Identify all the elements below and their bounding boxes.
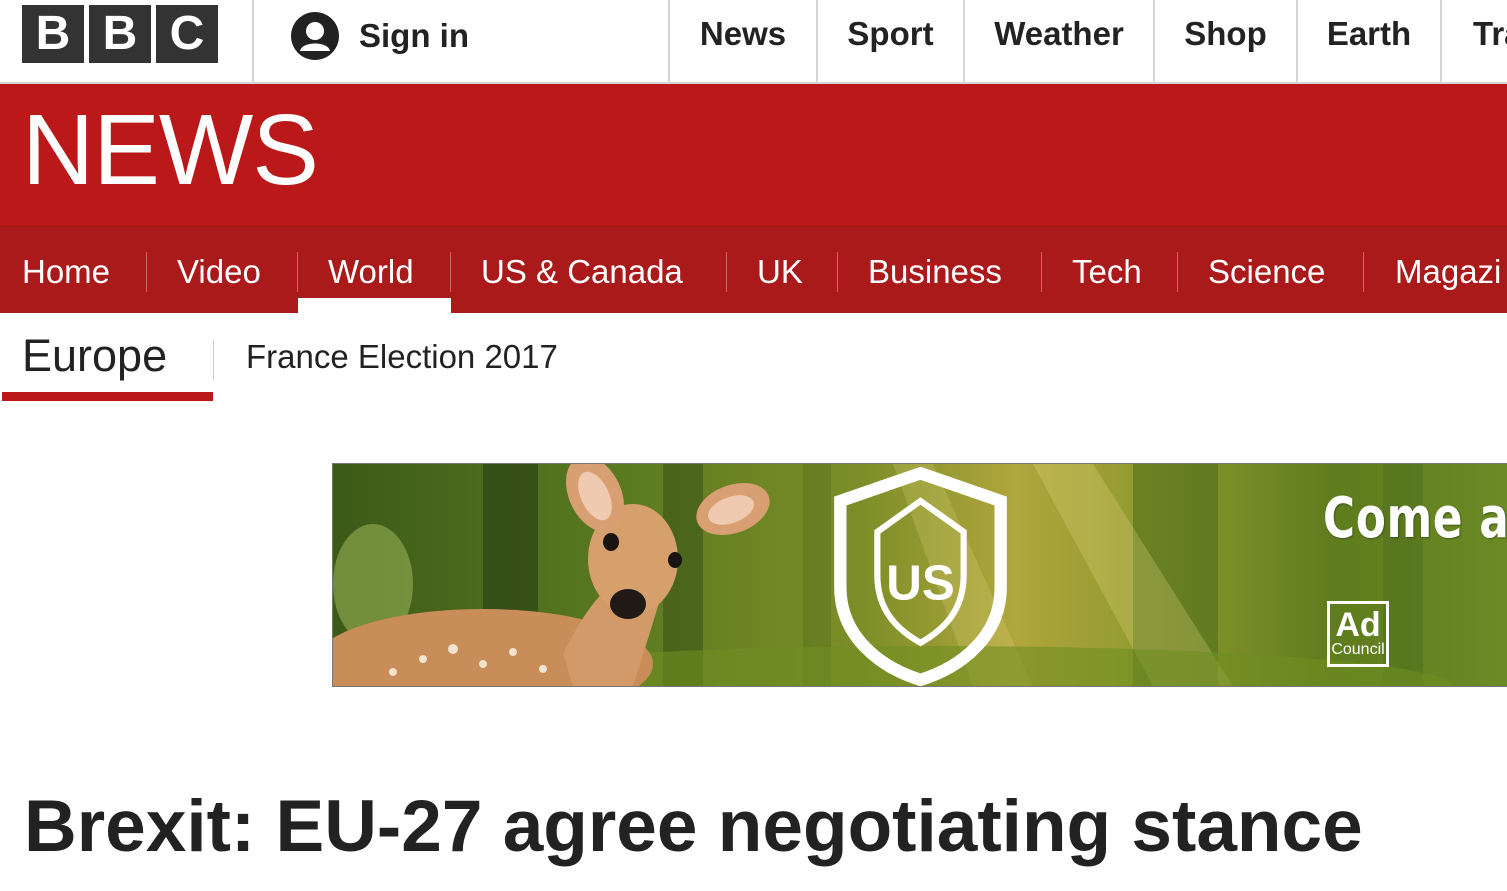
divider [297, 252, 298, 292]
section-business[interactable]: Business [868, 225, 1002, 313]
divider [1041, 252, 1042, 292]
sign-in-label: Sign in [359, 17, 469, 54]
advert-banner[interactable]: Come a Ad Council US [332, 463, 1507, 687]
user-icon [291, 12, 339, 60]
forest-service-logo: US [834, 466, 1007, 686]
section-uk[interactable]: UK [757, 225, 803, 313]
section-nav: Home Video World US & Canada UK Business… [0, 225, 1507, 313]
divider [726, 252, 727, 292]
bbc-logo-block: C [156, 5, 218, 63]
sign-in-link[interactable]: Sign in [291, 11, 469, 61]
bbc-logo[interactable]: B B C [22, 5, 218, 63]
divider [213, 340, 214, 380]
section-science[interactable]: Science [1208, 225, 1325, 313]
divider [252, 0, 254, 82]
active-section-indicator [298, 298, 451, 313]
news-wordmark[interactable]: NEWS [22, 100, 319, 200]
divider [450, 252, 451, 292]
news-banner: NEWS [0, 84, 1507, 225]
divider [1440, 0, 1442, 82]
topnav-weather[interactable]: Weather [965, 0, 1153, 82]
article-headline: Brexit: EU-27 agree negotiating stance [24, 786, 1363, 867]
subnav-current-europe[interactable]: Europe [22, 330, 167, 382]
section-video[interactable]: Video [177, 225, 261, 313]
section-us-canada[interactable]: US & Canada [481, 225, 683, 313]
forest-service-logo-text: US [886, 556, 955, 611]
subnav-france-election[interactable]: France Election 2017 [246, 338, 558, 376]
topnav-earth[interactable]: Earth [1298, 0, 1440, 82]
bbc-logo-block: B [89, 5, 151, 63]
section-home[interactable]: Home [22, 225, 110, 313]
divider [1363, 252, 1364, 292]
bbc-top-bar: B B C Sign in News Sport Weather Shop Ea… [0, 0, 1507, 84]
section-tech[interactable]: Tech [1072, 225, 1142, 313]
subnav-active-indicator [2, 392, 213, 401]
divider [1177, 252, 1178, 292]
divider [837, 252, 838, 292]
bbc-logo-block: B [22, 5, 84, 63]
divider [146, 252, 147, 292]
topnav-sport[interactable]: Sport [818, 0, 963, 82]
topnav-travel[interactable]: Tra [1473, 0, 1507, 82]
topnav-news[interactable]: News [670, 0, 816, 82]
topnav-shop[interactable]: Shop [1155, 0, 1296, 82]
section-magazine[interactable]: Magazi [1395, 225, 1507, 313]
